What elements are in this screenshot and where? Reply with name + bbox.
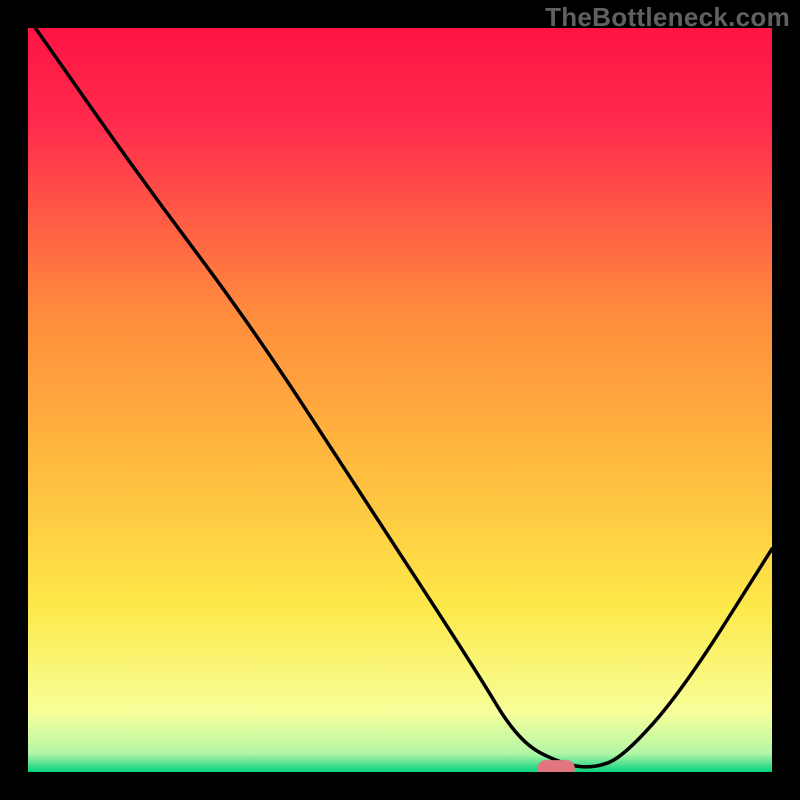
chart-container: TheBottleneck.com: [0, 0, 800, 800]
watermark-text: TheBottleneck.com: [545, 2, 790, 33]
plot-background: [28, 28, 772, 772]
bottleneck-chart: [0, 0, 800, 800]
